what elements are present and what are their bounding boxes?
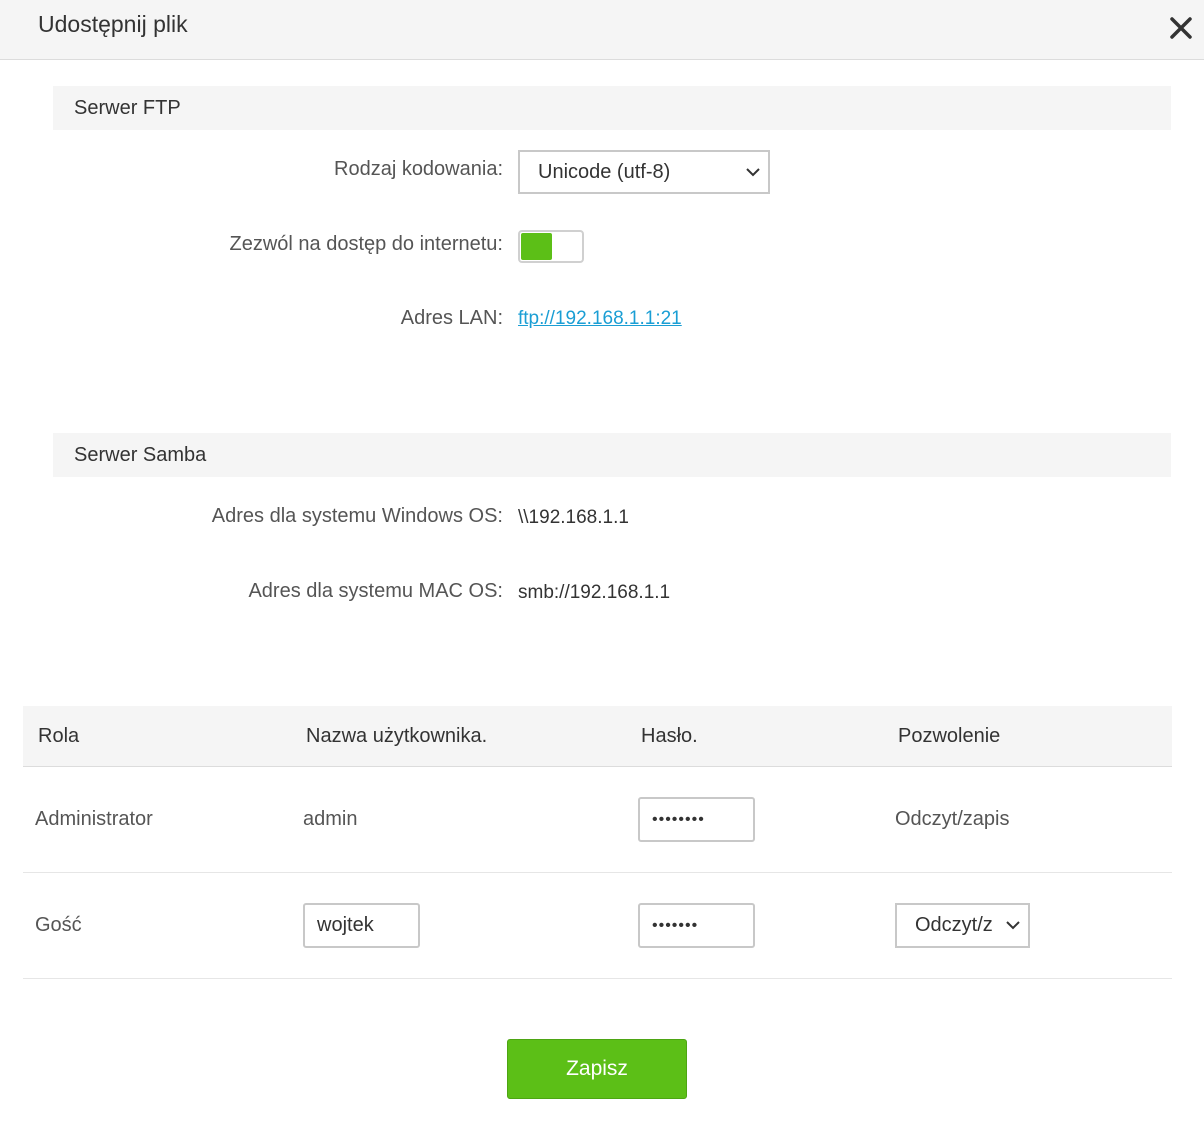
encoding-select[interactable]: Unicode (utf-8) xyxy=(518,150,770,194)
username-cell: admin xyxy=(303,808,358,830)
lan-address-link[interactable]: ftp://192.168.1.1:21 xyxy=(518,308,682,330)
chevron-down-icon xyxy=(1006,921,1020,930)
table-row: Administrator admin •••••••• Odczyt/zapi… xyxy=(23,767,1172,873)
save-button[interactable]: Zapisz xyxy=(507,1039,687,1099)
table-row: Gość wojtek ••••••• Odczyt/z xyxy=(23,873,1172,979)
windows-address-label: Adres dla systemu Windows OS: xyxy=(211,505,503,527)
lan-address-label: Adres LAN: xyxy=(400,307,503,329)
role-cell: Administrator xyxy=(35,808,153,830)
permission-cell: Odczyt/zapis xyxy=(895,808,1010,830)
users-table-header: Rola Nazwa użytkownika. Hasło. Pozwoleni… xyxy=(23,706,1172,767)
toggle-on-indicator xyxy=(521,233,552,260)
header-permission: Pozwolenie xyxy=(898,725,1001,747)
dialog-title: Udostępnij plik xyxy=(38,11,188,37)
chevron-down-icon xyxy=(746,168,760,177)
mac-address-value: smb://192.168.1.1 xyxy=(518,582,671,603)
header-role: Rola xyxy=(38,725,80,747)
encoding-select-value: Unicode (utf-8) xyxy=(538,161,671,183)
guest-permission-select[interactable]: Odczyt/z xyxy=(895,903,1030,948)
header-username: Nazwa użytkownika. xyxy=(306,725,488,747)
guest-password-field[interactable]: ••••••• xyxy=(638,903,755,948)
role-cell: Gość xyxy=(35,914,82,936)
mac-address-label: Adres dla systemu MAC OS: xyxy=(248,580,503,602)
close-icon[interactable] xyxy=(1166,12,1196,42)
guest-username-field[interactable]: wojtek xyxy=(303,903,420,948)
encoding-label: Rodzaj kodowania: xyxy=(334,158,503,180)
guest-permission-value: Odczyt/z xyxy=(915,914,993,936)
internet-access-toggle[interactable] xyxy=(518,230,584,263)
samba-section-title: Serwer Samba xyxy=(53,433,1171,477)
header-password: Hasło. xyxy=(641,725,698,747)
ftp-section-title: Serwer FTP xyxy=(53,86,1171,130)
admin-password-field[interactable]: •••••••• xyxy=(638,797,755,842)
windows-address-value: \\192.168.1.1 xyxy=(518,507,629,528)
dialog-header: Udostępnij plik xyxy=(0,0,1204,60)
internet-access-label: Zezwól na dostęp do internetu: xyxy=(229,233,503,255)
